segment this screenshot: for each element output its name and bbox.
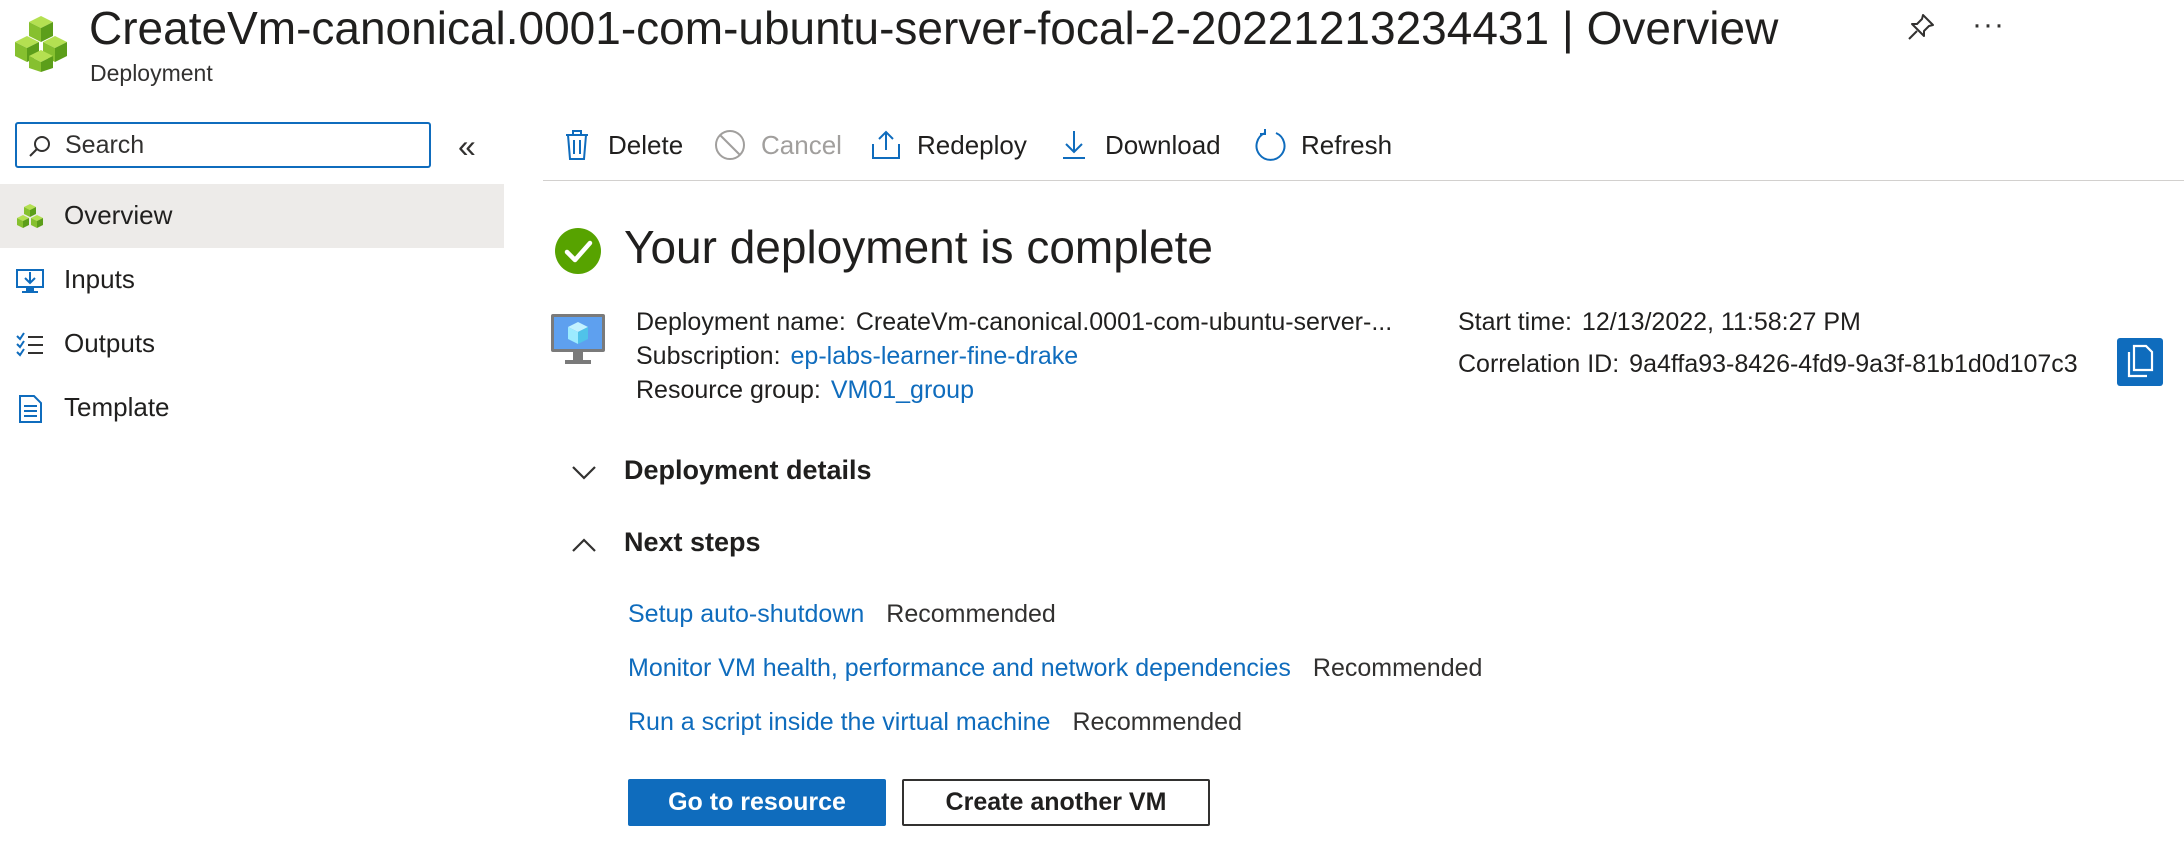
sidebar-item-label: Overview — [64, 200, 173, 230]
monitor-vm-health-link[interactable]: Monitor VM health, performance and netwo… — [628, 654, 1291, 682]
refresh-icon — [1255, 129, 1286, 161]
create-another-vm-button[interactable]: Create another VM — [902, 779, 1210, 826]
download-button[interactable]: Download — [1057, 124, 1221, 166]
chevron-up-icon — [572, 538, 596, 552]
cancel-label: Cancel — [761, 129, 842, 160]
search-icon — [29, 136, 50, 157]
deployment-details-toggle[interactable]: Deployment details — [570, 453, 970, 493]
resource-group-link[interactable]: VM01_group — [831, 376, 974, 404]
deployment-name-value: CreateVm-canonical.0001-com-ubuntu-serve… — [855, 308, 1393, 336]
sidebar-item-label: Inputs — [64, 264, 135, 294]
sidebar-item-label: Outputs — [64, 328, 156, 358]
success-check-icon — [555, 228, 601, 274]
next-steps-toggle[interactable]: Next steps — [570, 525, 870, 565]
page-title-main: CreateVm-canonical.0001-com-ubuntu-serve… — [89, 2, 1550, 54]
redeploy-button[interactable]: Redeploy — [869, 124, 1027, 166]
recommended-tag: Recommended — [886, 600, 1056, 628]
deployment-details-label: Deployment details — [624, 455, 872, 485]
resource-group-label: Resource group: — [636, 376, 821, 404]
toolbar-divider — [543, 180, 2184, 181]
upload-icon — [872, 130, 900, 159]
page-subtitle: Deployment — [90, 60, 213, 86]
delete-button[interactable]: Delete — [560, 124, 683, 166]
sidebar-item-outputs[interactable]: Outputs — [0, 312, 504, 376]
start-time-row: Start time: 12/13/2022, 11:58:27 PM — [1458, 308, 1861, 337]
deployment-cubes-icon — [15, 16, 67, 72]
deployment-name-label: Deployment name: — [636, 308, 846, 336]
redeploy-label: Redeploy — [917, 129, 1027, 160]
subscription-link[interactable]: ep-labs-learner-fine-drake — [791, 342, 1079, 370]
cancel-circle-icon — [715, 130, 745, 160]
page-title-separator: | — [1549, 2, 1587, 54]
subscription-label: Subscription: — [636, 342, 781, 370]
sidebar-search-box — [15, 122, 431, 168]
delete-label: Delete — [608, 129, 684, 160]
correlation-id-value: 9a4ffa93-8426-4fd9-9a3f-81b1d0d107c3 — [1629, 350, 2078, 378]
status-title: Your deployment is complete — [624, 221, 1213, 273]
run-script-link[interactable]: Run a script inside the virtual machine — [628, 708, 1050, 736]
cubes-icon — [17, 204, 43, 228]
correlation-id-row: Correlation ID: 9a4ffa93-8426-4fd9-9a3f-8… — [1458, 350, 2078, 379]
start-time-value: 12/13/2022, 11:58:27 PM — [1581, 308, 1861, 336]
go-to-resource-button[interactable]: Go to resource — [628, 779, 886, 826]
page-title-section: Overview — [1586, 2, 1779, 54]
search-input[interactable] — [65, 128, 415, 162]
resource-group-row: Resource group: VM01_group — [636, 376, 974, 405]
sidebar-item-template[interactable]: Template — [0, 376, 504, 440]
trash-icon — [566, 130, 588, 160]
recommended-tag: Recommended — [1312, 654, 1483, 682]
deployment-name-row: Deployment name: CreateVm-canonical.0001-… — [636, 308, 1392, 337]
chevron-down-icon — [572, 466, 596, 480]
cancel-button[interactable]: Cancel — [713, 124, 842, 166]
next-steps-label: Next steps — [624, 527, 761, 557]
collapse-sidebar-icon[interactable]: « — [458, 128, 476, 165]
pin-icon[interactable] — [1906, 12, 1936, 42]
refresh-label: Refresh — [1301, 129, 1393, 160]
sidebar-item-overview[interactable]: Overview — [0, 184, 504, 248]
refresh-button[interactable]: Refresh — [1253, 124, 1392, 166]
next-step-item: Run a script inside the virtual machine R… — [628, 708, 1242, 737]
start-time-label: Start time: — [1458, 308, 1572, 336]
subscription-row: Subscription: ep-labs-learner-fine-drake — [636, 342, 1078, 371]
page-title: CreateVm-canonical.0001-com-ubuntu-serve… — [89, 0, 1778, 56]
sidebar-item-inputs[interactable]: Inputs — [0, 248, 504, 312]
download-icon — [1063, 131, 1085, 159]
recommended-tag: Recommended — [1072, 708, 1242, 736]
download-label: Download — [1105, 129, 1221, 160]
next-step-item: Monitor VM health, performance and netwo… — [628, 654, 1482, 683]
copy-correlation-id-button[interactable] — [2117, 338, 2163, 386]
next-step-item: Setup auto-shutdown Recommended — [628, 600, 1056, 629]
template-icon — [19, 395, 42, 423]
more-options-icon[interactable]: ··· — [1972, 8, 2005, 42]
setup-auto-shutdown-link[interactable]: Setup auto-shutdown — [628, 600, 864, 628]
correlation-id-label: Correlation ID: — [1458, 350, 1620, 378]
copy-icon — [2127, 344, 2154, 378]
inputs-icon — [16, 269, 44, 293]
sidebar-item-label: Template — [64, 392, 170, 422]
outputs-icon — [16, 332, 43, 357]
virtual-machine-icon — [551, 314, 605, 364]
